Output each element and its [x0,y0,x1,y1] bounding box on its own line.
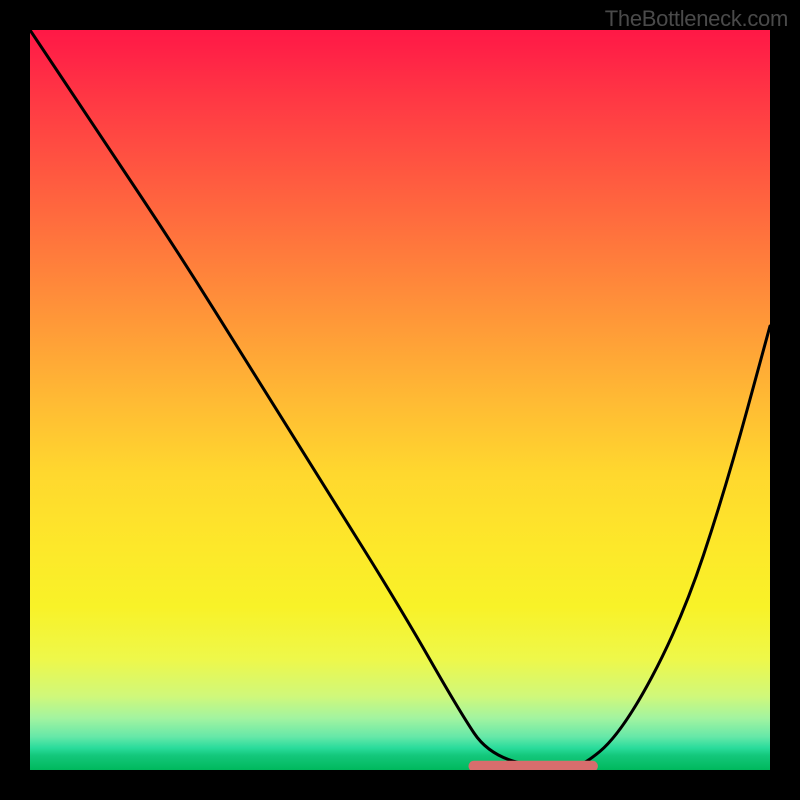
watermark-label: TheBottleneck.com [605,6,788,32]
plot-area [30,30,770,770]
bottleneck-line [30,30,770,770]
curve-svg [30,30,770,770]
chart-container: TheBottleneck.com [0,0,800,800]
